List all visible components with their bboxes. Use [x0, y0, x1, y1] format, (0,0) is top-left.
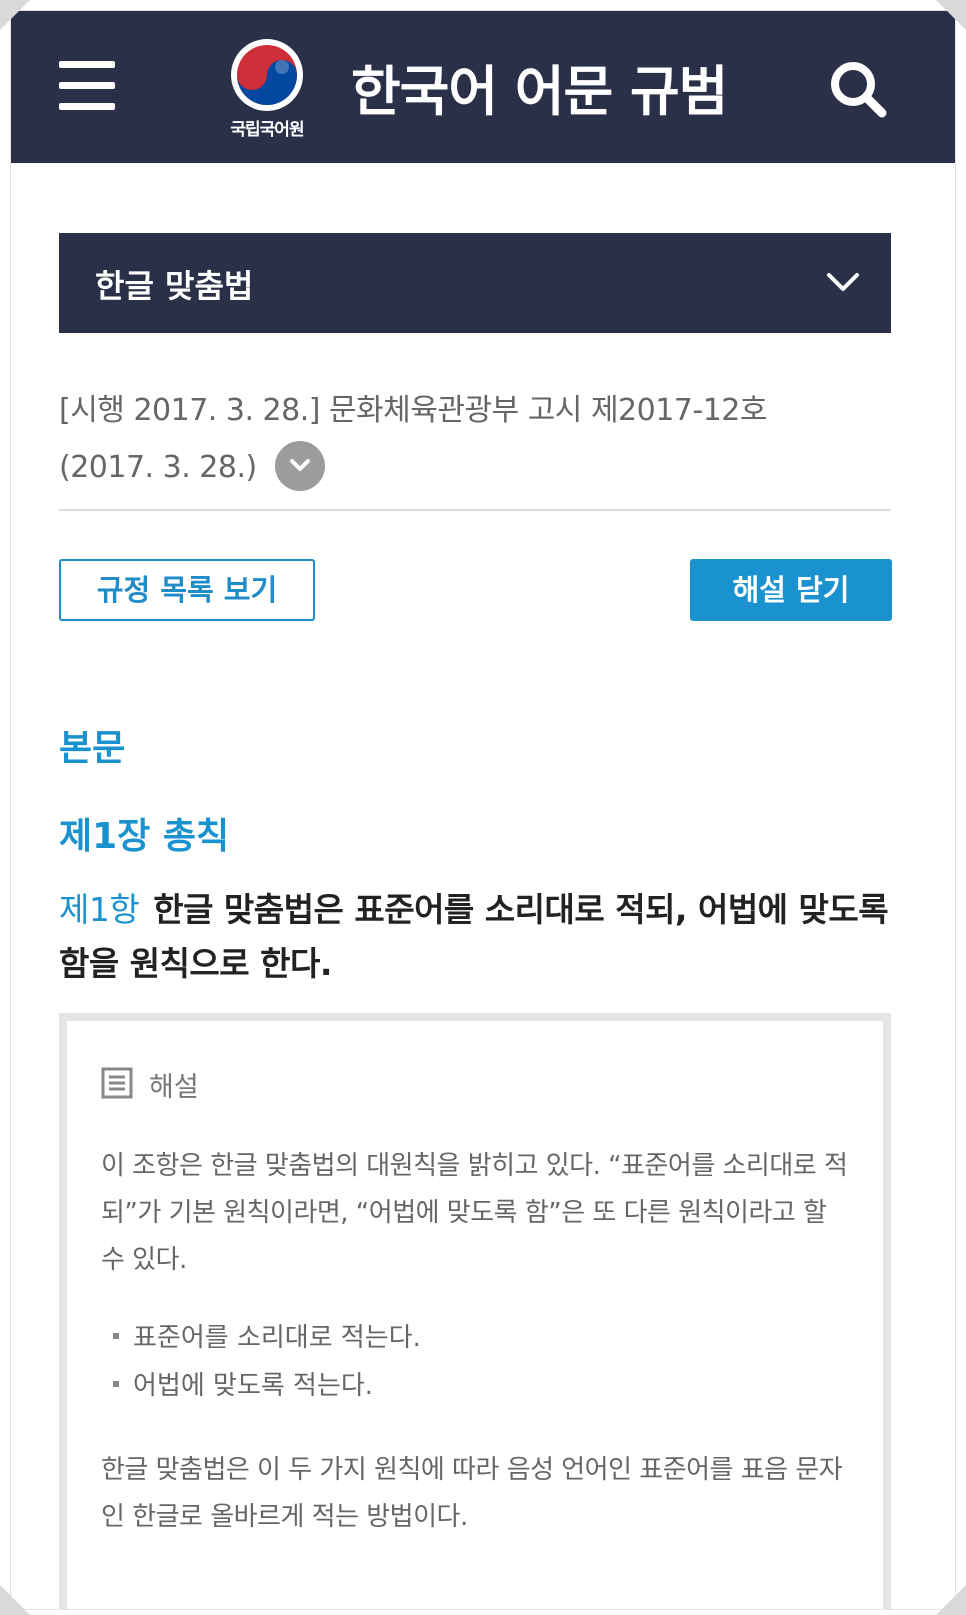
commentary-paragraph-2: 한글 맞춤법은 이 두 가지 원칙에 따라 음성 언어인 표준어를 표음 문자인…	[101, 1455, 843, 1532]
header-bar: 국립국어원 한국어 어문 규범	[11, 11, 955, 163]
search-icon[interactable]	[826, 57, 890, 121]
enforcement-notice: [시행 2017. 3. 28.] 문화체육관광부 고시 제2017-12호 (…	[59, 383, 891, 496]
app-frame: 국립국어원 한국어 어문 규범 한글 맞춤법 [시행 2017. 3. 28.]…	[10, 10, 956, 1610]
clause-text: 한글 맞춤법은 표준어를 소리대로 적되, 어법에 맞도록 함을 원칙으로 한다…	[59, 890, 889, 983]
page-title: 한국어 어문 규범	[351, 60, 728, 123]
category-dropdown[interactable]: 한글 맞춤법	[59, 233, 891, 333]
document-icon	[101, 1067, 133, 1099]
clause-1: 제1항 한글 맞춤법은 표준어를 소리대로 적되, 어법에 맞도록 함을 원칙으로…	[59, 883, 891, 991]
notice-line-2: (2017. 3. 28.)	[59, 449, 257, 485]
list-item: 표준어를 소리대로 적는다.	[113, 1317, 421, 1354]
logo[interactable]: 국립국어원	[213, 37, 321, 147]
logo-text: 국립국어원	[230, 120, 304, 140]
commentary-heading-label: 해설	[149, 1072, 199, 1103]
hamburger-menu-icon[interactable]	[59, 61, 115, 110]
section-heading: 본문	[59, 728, 126, 769]
category-selected-label: 한글 맞춤법	[95, 267, 254, 305]
divider	[59, 509, 891, 511]
commentary-box: 해설 이 조항은 한글 맞춤법의 대원칙을 밝히고 있다. “표준어를 소리대로…	[59, 1013, 891, 1609]
list-item: 어법에 맞도록 적는다.	[112, 1365, 373, 1402]
commentary-paragraph-1: 이 조항은 한글 맞춤법의 대원칙을 밝히고 있다. “표준어를 소리대로 적되…	[101, 1151, 848, 1275]
close-commentary-button[interactable]: 해설 닫기	[690, 559, 892, 621]
taegeuk-logo-icon	[231, 39, 303, 111]
chevron-down-icon	[827, 273, 859, 291]
chapter-heading: 제1장 총칙	[59, 816, 230, 857]
chevron-down-circle-icon[interactable]	[274, 440, 325, 491]
clause-number: 제1항	[59, 890, 140, 929]
notice-line-1: [시행 2017. 3. 28.] 문화체육관광부 고시 제2017-12호	[59, 393, 768, 428]
view-rule-list-button[interactable]: 규정 목록 보기	[59, 559, 315, 621]
